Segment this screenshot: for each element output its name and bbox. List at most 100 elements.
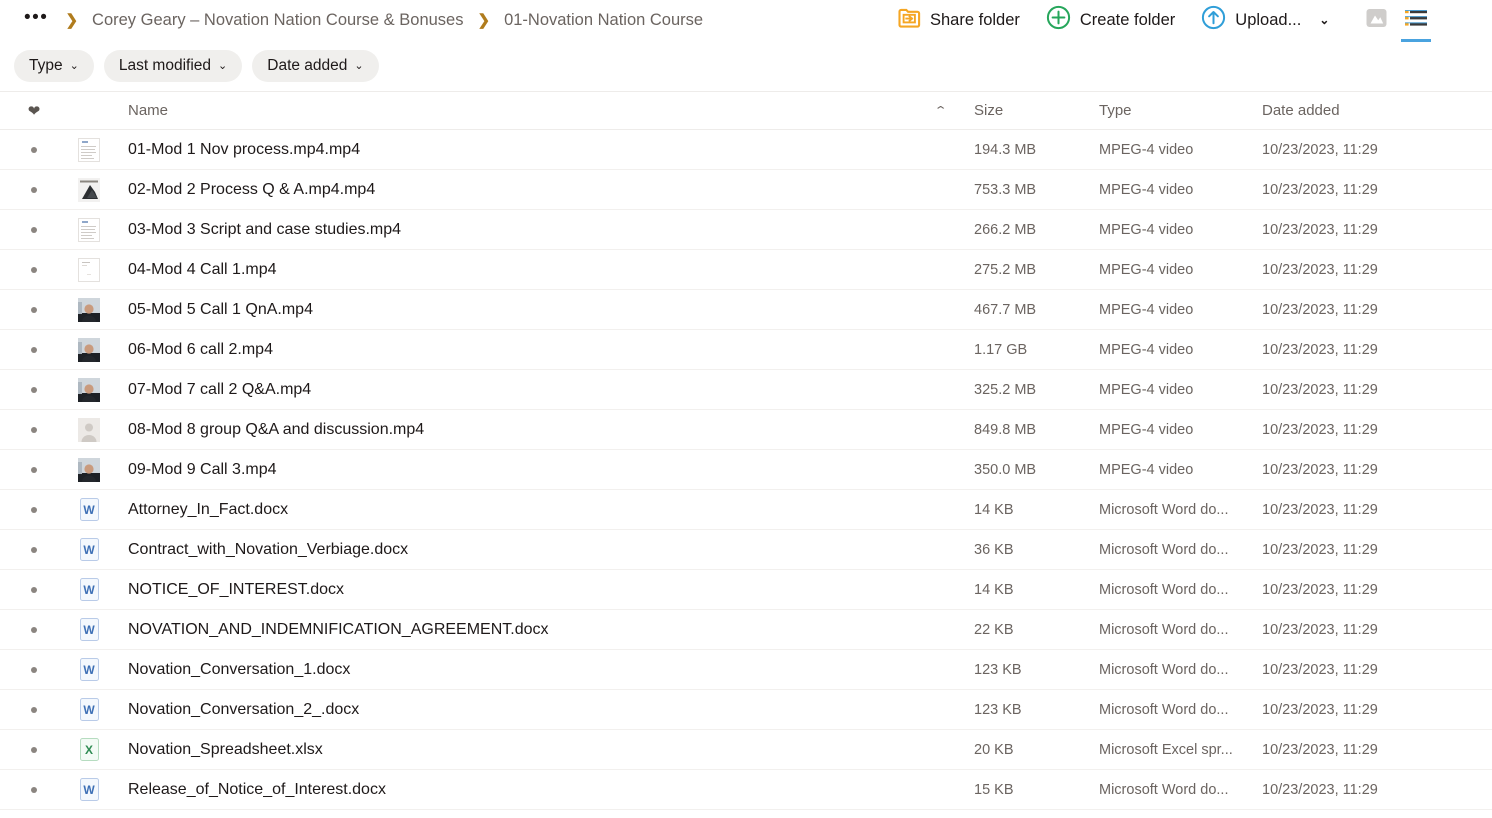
word-doc-icon: W	[79, 658, 99, 681]
file-name[interactable]: 06-Mod 6 call 2.mp4	[128, 341, 936, 359]
table-row[interactable]: W Novation_Conversation_2_.docx 123 KB Micr…	[0, 690, 1492, 730]
row-name-cell[interactable]: 04-Mod 4 Call 1.mp4	[110, 261, 936, 279]
row-favorite-toggle[interactable]	[0, 226, 68, 233]
table-row[interactable]: 01-Mod 1 Nov process.mp4.mp4 194.3 MB MPEG…	[0, 130, 1492, 170]
file-name[interactable]: 07-Mod 7 call 2 Q&A.mp4	[128, 381, 936, 399]
row-name-cell[interactable]: 01-Mod 1 Nov process.mp4.mp4	[110, 141, 936, 159]
table-row[interactable]: W Contract_with_Novation_Verbiage.docx 36 …	[0, 530, 1492, 570]
file-type: Microsoft Word do...	[1099, 581, 1229, 598]
table-row[interactable]: 02-Mod 2 Process Q & A.mp4.mp4 753.3 MB MP…	[0, 170, 1492, 210]
file-name[interactable]: 09-Mod 9 Call 3.mp4	[128, 461, 936, 479]
table-row[interactable]: 07-Mod 7 call 2 Q&A.mp4 325.2 MB MPEG-4 vi…	[0, 370, 1492, 410]
row-name-cell[interactable]: Novation_Spreadsheet.xlsx	[110, 741, 936, 759]
row-favorite-toggle[interactable]	[0, 266, 68, 273]
row-favorite-toggle[interactable]	[0, 786, 68, 793]
file-name[interactable]: Novation_Conversation_2_.docx	[128, 701, 936, 719]
file-name[interactable]: Novation_Conversation_1.docx	[128, 661, 936, 679]
file-name[interactable]: Attorney_In_Fact.docx	[128, 501, 936, 519]
bullet-icon	[31, 426, 37, 433]
column-header-size[interactable]: Size	[974, 102, 1099, 120]
row-favorite-toggle[interactable]	[0, 506, 68, 513]
file-type: Microsoft Excel spr...	[1099, 741, 1233, 758]
row-favorite-toggle[interactable]	[0, 626, 68, 633]
row-favorite-toggle[interactable]	[0, 426, 68, 433]
row-favorite-toggle[interactable]	[0, 746, 68, 753]
row-name-cell[interactable]: Attorney_In_Fact.docx	[110, 501, 936, 519]
row-name-cell[interactable]: NOTICE_OF_INTEREST.docx	[110, 581, 936, 599]
row-date-cell: 10/23/2023, 11:29	[1262, 382, 1492, 398]
row-favorite-toggle[interactable]	[0, 586, 68, 593]
row-name-cell[interactable]: 06-Mod 6 call 2.mp4	[110, 341, 936, 359]
row-favorite-toggle[interactable]	[0, 346, 68, 353]
table-row[interactable]: W NOTICE_OF_INTEREST.docx 14 KB Microsoft W…	[0, 570, 1492, 610]
row-favorite-toggle[interactable]	[0, 306, 68, 313]
create-folder-label: Create folder	[1079, 10, 1176, 29]
column-header-favorite[interactable]: ❤	[0, 102, 68, 120]
row-favorite-toggle[interactable]	[0, 386, 68, 393]
filter-chip-date-added[interactable]: Date added ⌄	[252, 49, 379, 82]
row-favorite-toggle[interactable]	[0, 706, 68, 713]
row-favorite-toggle[interactable]	[0, 186, 68, 193]
file-name[interactable]: Novation_Spreadsheet.xlsx	[128, 741, 936, 759]
bullet-icon	[31, 386, 37, 393]
table-row[interactable]: X Novation_Spreadsheet.xlsx 20 KB Microsoft…	[0, 730, 1492, 770]
row-name-cell[interactable]: NOVATION_AND_INDEMNIFICATION_AGREEMENT.d…	[110, 621, 936, 639]
column-header-size-label: Size	[974, 101, 1004, 119]
filter-chip-type[interactable]: Type ⌄	[14, 49, 94, 82]
table-row[interactable]: W Novation_Conversation_1.docx 123 KB Micro…	[0, 650, 1492, 690]
row-favorite-toggle[interactable]	[0, 666, 68, 673]
sort-indicator[interactable]: ⌃	[934, 104, 974, 117]
row-type-cell: MPEG-4 video	[1099, 422, 1262, 438]
row-name-cell[interactable]: 07-Mod 7 call 2 Q&A.mp4	[110, 381, 936, 399]
row-favorite-toggle[interactable]	[0, 146, 68, 153]
file-name[interactable]: 08-Mod 8 group Q&A and discussion.mp4	[128, 421, 936, 439]
file-name[interactable]: 01-Mod 1 Nov process.mp4.mp4	[128, 141, 936, 159]
table-row[interactable]: W Release_of_Notice_of_Interest.docx 15 KB…	[0, 770, 1492, 810]
table-row[interactable]: 09-Mod 9 Call 3.mp4 350.0 MB MPEG-4 video 1…	[0, 450, 1492, 490]
file-name[interactable]: 03-Mod 3 Script and case studies.mp4	[128, 221, 936, 239]
row-name-cell[interactable]: 03-Mod 3 Script and case studies.mp4	[110, 221, 936, 239]
table-row[interactable]: 04-Mod 4 Call 1.mp4 275.2 MB MPEG-4 video 1…	[0, 250, 1492, 290]
row-name-cell[interactable]: 02-Mod 2 Process Q & A.mp4.mp4	[110, 181, 936, 199]
breadcrumb-item-current[interactable]: 01-Novation Nation Course	[501, 9, 706, 32]
grid-view-button[interactable]	[1361, 5, 1391, 35]
file-type: MPEG-4 video	[1099, 381, 1194, 398]
row-name-cell[interactable]: Novation_Conversation_2_.docx	[110, 701, 936, 719]
column-header-type[interactable]: Type	[1099, 102, 1262, 120]
file-name[interactable]: NOVATION_AND_INDEMNIFICATION_AGREEMENT.d…	[128, 621, 936, 639]
column-header-date-added[interactable]: Date added	[1262, 102, 1492, 120]
row-favorite-toggle[interactable]	[0, 546, 68, 553]
file-name[interactable]: Release_of_Notice_of_Interest.docx	[128, 781, 936, 799]
breadcrumb-item-root[interactable]: Corey Geary – Novation Nation Course & B…	[89, 9, 466, 32]
table-row[interactable]: W NOVATION_AND_INDEMNIFICATION_AGREEMENT.…	[0, 610, 1492, 650]
row-name-cell[interactable]: 08-Mod 8 group Q&A and discussion.mp4	[110, 421, 936, 439]
row-name-cell[interactable]: Contract_with_Novation_Verbiage.docx	[110, 541, 936, 559]
file-name[interactable]: Contract_with_Novation_Verbiage.docx	[128, 541, 936, 559]
row-name-cell[interactable]: 05-Mod 5 Call 1 QnA.mp4	[110, 301, 936, 319]
list-view-button[interactable]	[1401, 5, 1432, 42]
row-name-cell[interactable]: Novation_Conversation_1.docx	[110, 661, 936, 679]
chevron-down-icon[interactable]: ⌄	[1319, 13, 1329, 27]
table-row[interactable]: 03-Mod 3 Script and case studies.mp4 266.…	[0, 210, 1492, 250]
row-favorite-toggle[interactable]	[0, 466, 68, 473]
bullet-icon	[31, 626, 37, 633]
table-row[interactable]: W Attorney_In_Fact.docx 14 KB Microsoft Wor…	[0, 490, 1492, 530]
column-header-name[interactable]: Name	[110, 102, 936, 120]
upload-button[interactable]: Upload... ⌄	[1191, 1, 1339, 39]
create-folder-button[interactable]: Create folder	[1036, 1, 1185, 39]
file-date-added: 10/23/2023, 11:29	[1262, 541, 1378, 558]
file-name[interactable]: NOTICE_OF_INTEREST.docx	[128, 581, 936, 599]
row-name-cell[interactable]: Release_of_Notice_of_Interest.docx	[110, 781, 936, 799]
share-folder-button[interactable]: Share folder	[888, 3, 1030, 37]
file-name[interactable]: 02-Mod 2 Process Q & A.mp4.mp4	[128, 181, 936, 199]
row-name-cell[interactable]: 09-Mod 9 Call 3.mp4	[110, 461, 936, 479]
filter-chip-last-modified[interactable]: Last modified ⌄	[103, 49, 243, 82]
file-name[interactable]: 04-Mod 4 Call 1.mp4	[128, 261, 936, 279]
row-file-icon	[68, 177, 110, 202]
file-name[interactable]: 05-Mod 5 Call 1 QnA.mp4	[128, 301, 936, 319]
breadcrumb-overflow-button[interactable]: •••	[18, 6, 54, 35]
chevron-down-icon: ⌄	[69, 60, 79, 72]
table-row[interactable]: 06-Mod 6 call 2.mp4 1.17 GB MPEG-4 video 10…	[0, 330, 1492, 370]
table-row[interactable]: 05-Mod 5 Call 1 QnA.mp4 467.7 MB MPEG-4 vi…	[0, 290, 1492, 330]
table-row[interactable]: 08-Mod 8 group Q&A and discussion.mp4 849…	[0, 410, 1492, 450]
